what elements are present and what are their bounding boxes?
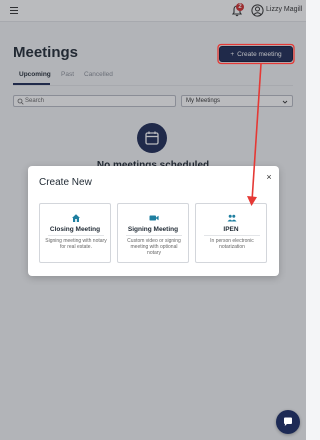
closing-meeting-card[interactable]: Closing Meeting Signing meeting with not…: [39, 203, 111, 263]
people-icon: [227, 214, 237, 222]
video-camera-icon: [149, 215, 159, 221]
card-description: In person electronic notarization: [210, 238, 254, 250]
card-divider: [204, 235, 260, 236]
create-new-modal: Create New × Closing Meeting Signing mee…: [28, 166, 279, 276]
card-title: Signing Meeting: [127, 226, 179, 233]
house-icon: [72, 214, 80, 222]
chat-bubble-icon: [284, 417, 292, 426]
card-divider: [48, 235, 104, 236]
card-description: Custom video or signing meeting with opt…: [127, 238, 181, 256]
modal-title: Create New: [39, 177, 92, 188]
card-description: Signing meeting with notary for real est…: [45, 238, 107, 250]
card-title: IPEN: [223, 226, 239, 233]
card-divider: [126, 235, 182, 236]
card-title: Closing Meeting: [49, 226, 101, 233]
chat-button[interactable]: [276, 410, 300, 434]
close-icon[interactable]: ×: [264, 172, 274, 182]
ipen-card[interactable]: IPEN In person electronic notarization: [195, 203, 267, 263]
signing-meeting-card[interactable]: Signing Meeting Custom video or signing …: [117, 203, 189, 263]
